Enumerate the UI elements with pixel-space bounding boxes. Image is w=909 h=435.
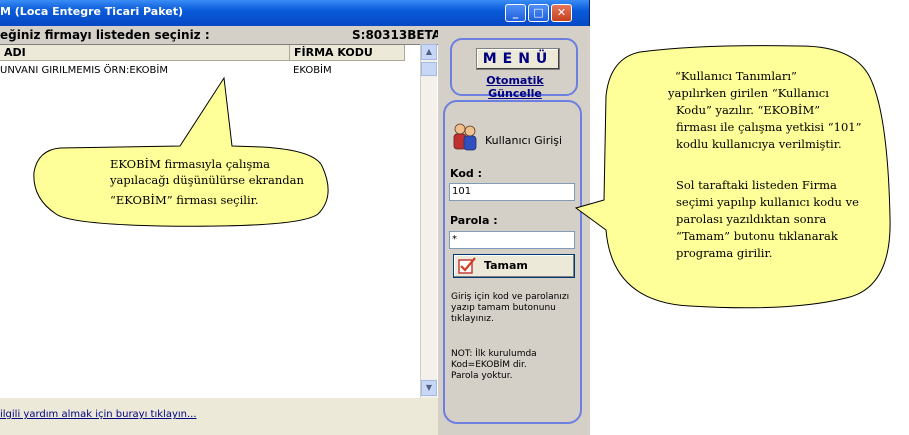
note-line-2: Kod=EKOBİM dir. (451, 360, 527, 370)
login-instructions: Giriş için kod ve parolanızı yazıp tamam… (451, 292, 570, 324)
checkmark-icon (458, 257, 476, 274)
ok-button-label: Tamam (484, 259, 528, 272)
minimize-button[interactable]: _ (505, 4, 526, 22)
password-input[interactable]: * (449, 231, 575, 249)
scroll-down-arrow-icon[interactable]: ▼ (421, 380, 437, 396)
menu-button[interactable]: MENÜ (476, 48, 560, 70)
window-title: M (Loca Entegre Ticari Paket) (0, 5, 183, 18)
note-line-1: NOT: İlk kurulumda (451, 349, 537, 359)
right-callout-line-9: “Tamam” butonu tıklanarak (676, 229, 838, 243)
note-line-3: Parola yoktur. (451, 371, 513, 381)
code-label: Kod : (450, 167, 482, 180)
login-title: Kullanıcı Girişi (485, 134, 563, 147)
ok-button[interactable]: Tamam (453, 254, 575, 278)
left-callout-line-3: “EKOBİM” firması seçilir. (110, 193, 259, 207)
right-callout-line-4: firması ile çalışma yetkisi “101” (676, 120, 862, 134)
column-header-code[interactable]: FİRMA KODU (290, 45, 405, 61)
company-listview[interactable]: ADI FİRMA KODU UNVANI GIRILMEMIS ÖRN:EKO… (0, 44, 438, 398)
list-scrollbar[interactable]: ▲ ▼ (420, 44, 437, 398)
right-callout-line-5: kodlu kullanıcıya verilmiştir. (676, 137, 842, 151)
code-input[interactable]: 101 (449, 183, 575, 201)
company-code-cell[interactable]: EKOBİM (293, 65, 332, 76)
right-callout-line-3: Kodu” yazılır. “EKOBİM” (676, 103, 821, 117)
maximize-button[interactable]: □ (528, 4, 549, 22)
password-label: Parola : (450, 214, 498, 227)
right-callout-line-1: “Kullanıcı Tanımları” (675, 69, 797, 83)
auto-update-link[interactable]: Otomatik Güncelle (460, 74, 570, 100)
left-callout-line-1: EKOBİM firmasıyla çalışma (110, 157, 271, 171)
right-callout-line-8: parolası yazıldıktan sonra (676, 212, 827, 226)
company-list-prompt: eğiniz firmayı listeden seçiniz : (0, 28, 210, 42)
right-callout-line-6: Sol taraftaki listeden Firma (676, 178, 837, 192)
scroll-thumb[interactable] (421, 62, 437, 76)
right-callout-line-10: programa girilir. (676, 246, 773, 260)
column-header-name[interactable]: ADI (0, 45, 290, 61)
version-label: S:80313BETA (352, 28, 442, 42)
title-bar[interactable]: M (Loca Entegre Ticari Paket) _ □ ✕ (0, 0, 589, 26)
right-callout-line-7: seçimi yapılıp kullanıcı kodu ve (676, 195, 859, 209)
users-icon (453, 123, 477, 151)
company-name-cell[interactable]: UNVANI GIRILMEMIS ÖRN:EKOBİM (0, 65, 168, 76)
right-callout-line-2: yapılırken girilen “Kullanıcı (668, 86, 829, 100)
help-bar: ilgili yardım almak için burayı tıklayın… (0, 398, 438, 435)
scroll-up-arrow-icon[interactable]: ▲ (421, 44, 437, 60)
help-link[interactable]: ilgili yardım almak için burayı tıklayın… (0, 409, 197, 420)
company-list-header: eğiniz firmayı listeden seçiniz : S:8031… (0, 26, 442, 44)
left-callout-line-2: yapılacağı düşünülürse ekrandan (110, 173, 304, 187)
close-button[interactable]: ✕ (551, 4, 572, 22)
